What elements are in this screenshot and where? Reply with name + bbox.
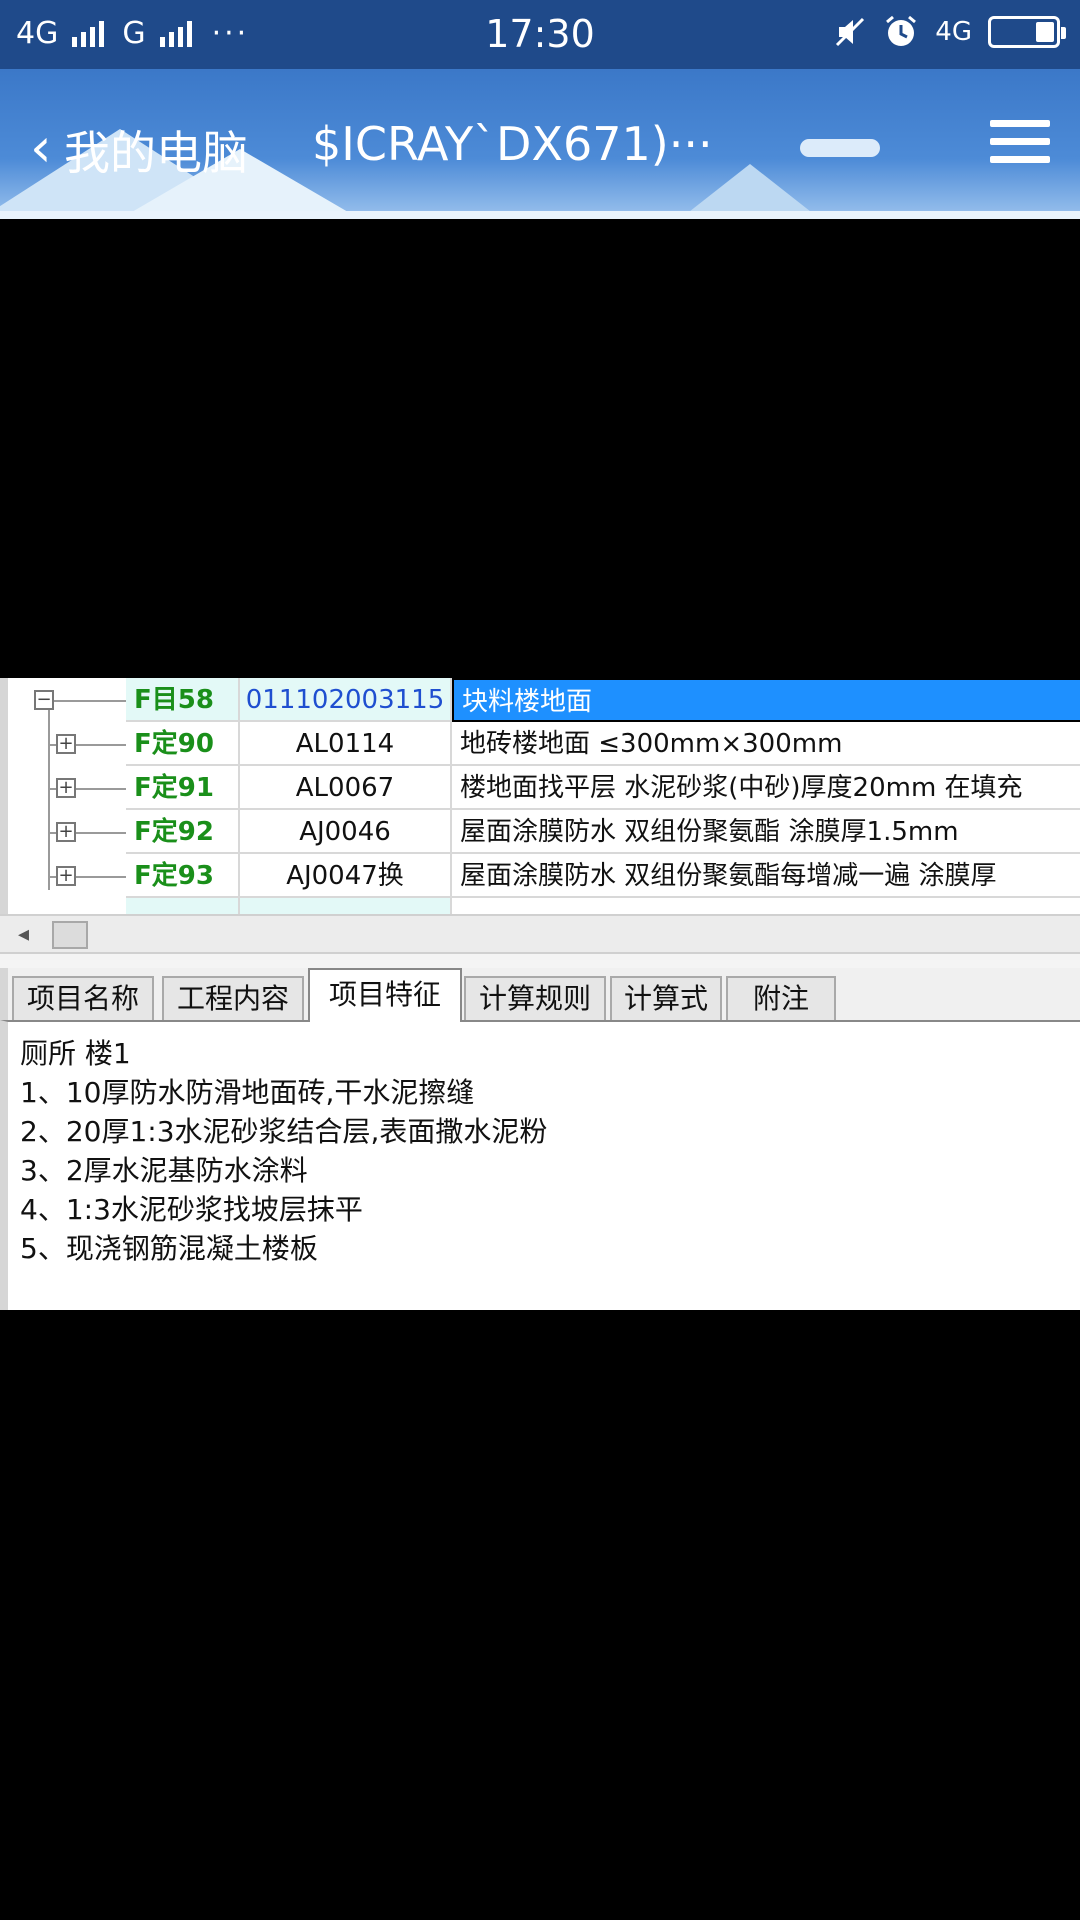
battery-icon (988, 16, 1066, 48)
row-name: 屋面涂膜防水 双组份聚氨酯 涂膜厚1.5mm (452, 810, 1080, 854)
row-type: F定90 (126, 722, 240, 766)
features-line: 2、20厚1:3水泥砂浆结合层,表面撒水泥粉 (20, 1115, 548, 1148)
features-line: 1、10厚防水防滑地面砖,干水泥擦缝 (20, 1076, 475, 1109)
row-code: AL0067 (240, 766, 452, 810)
scroll-left-icon[interactable]: ◂ (18, 922, 29, 947)
item-tree[interactable]: − F目58 011102003115 块料楼地面 + F定90 AL0114 … (0, 678, 1080, 914)
row-code: 011102003115 (240, 678, 452, 722)
status-right: 4G (833, 14, 1066, 50)
mute-icon (836, 17, 865, 47)
tab-bar: 项目名称 工程内容 项目特征 计算规则 计算式 附注 (0, 968, 1080, 1022)
table-row[interactable]: + F定90 AL0114 地砖楼地面 ≤300mm×300mm (8, 722, 1080, 766)
row-name (452, 898, 1080, 914)
features-text-area[interactable]: 厕所 楼1 1、10厚防水防滑地面砖,干水泥擦缝 2、20厚1:3水泥砂浆结合层… (0, 1020, 1080, 1310)
table-row-partial[interactable] (8, 898, 1080, 914)
row-code: AJ0047换 (240, 854, 452, 898)
alarm-icon (886, 15, 917, 46)
features-line: 厕所 楼1 (20, 1037, 131, 1070)
back-icon[interactable]: ‹ (30, 121, 52, 175)
scroll-thumb[interactable] (52, 921, 88, 949)
row-type (126, 898, 240, 914)
features-line: 4、1:3水泥砂浆找坡层抹平 (20, 1193, 363, 1226)
expand-icon[interactable]: + (56, 734, 76, 754)
tab-project-name[interactable]: 项目名称 (12, 976, 154, 1020)
row-type: F定91 (126, 766, 240, 810)
header-title: 我的电脑 (64, 126, 248, 180)
app-header: ‹ 我的电脑 $ICRAY`DX671)··· (0, 69, 1080, 219)
expand-icon[interactable]: + (56, 778, 76, 798)
status-bar: 4G G ··· 17:30 4G (0, 0, 1080, 69)
features-line: 3、2厚水泥基防水涂料 (20, 1154, 308, 1187)
row-name: 地砖楼地面 ≤300mm×300mm (452, 722, 1080, 766)
header-decoration (800, 139, 880, 157)
tab-calc-rules[interactable]: 计算规则 (464, 976, 606, 1020)
collapse-icon[interactable]: − (34, 690, 54, 710)
expand-icon[interactable]: + (56, 866, 76, 886)
row-name: 楼地面找平层 水泥砂浆(中砂)厚度20mm 在填充 (452, 766, 1080, 810)
tab-project-features[interactable]: 项目特征 (308, 968, 462, 1022)
row-code: AL0114 (240, 722, 452, 766)
table-row[interactable]: + F定92 AJ0046 屋面涂膜防水 双组份聚氨酯 涂膜厚1.5mm (8, 810, 1080, 854)
header-decoration (0, 211, 1080, 219)
row-type: F定93 (126, 854, 240, 898)
row-code: AJ0046 (240, 810, 452, 854)
tab-formula[interactable]: 计算式 (610, 976, 722, 1020)
table-row[interactable]: + F定91 AL0067 楼地面找平层 水泥砂浆(中砂)厚度20mm 在填充 (8, 766, 1080, 810)
table-row[interactable]: − F目58 011102003115 块料楼地面 (8, 678, 1080, 722)
menu-icon[interactable] (990, 113, 1050, 173)
tab-work-content[interactable]: 工程内容 (162, 976, 304, 1020)
row-type: F定92 (126, 810, 240, 854)
network-type-3: 4G (935, 17, 972, 47)
row-code (240, 898, 452, 914)
remote-screen[interactable]: − F目58 011102003115 块料楼地面 + F定90 AL0114 … (0, 678, 1080, 1310)
expand-icon[interactable]: + (56, 822, 76, 842)
header-subtitle: $ICRAY`DX671)··· (312, 117, 713, 171)
features-line: 5、现浇钢筋混凝土楼板 (20, 1232, 318, 1265)
table-row[interactable]: + F定93 AJ0047换 屋面涂膜防水 双组份聚氨酯每增减一遍 涂膜厚 (8, 854, 1080, 898)
row-name: 屋面涂膜防水 双组份聚氨酯每增减一遍 涂膜厚 (452, 854, 1080, 898)
row-type: F目58 (126, 678, 240, 722)
tab-notes[interactable]: 附注 (726, 976, 836, 1020)
row-name: 块料楼地面 (452, 678, 1080, 722)
horizontal-scrollbar[interactable]: ◂ (0, 914, 1080, 954)
